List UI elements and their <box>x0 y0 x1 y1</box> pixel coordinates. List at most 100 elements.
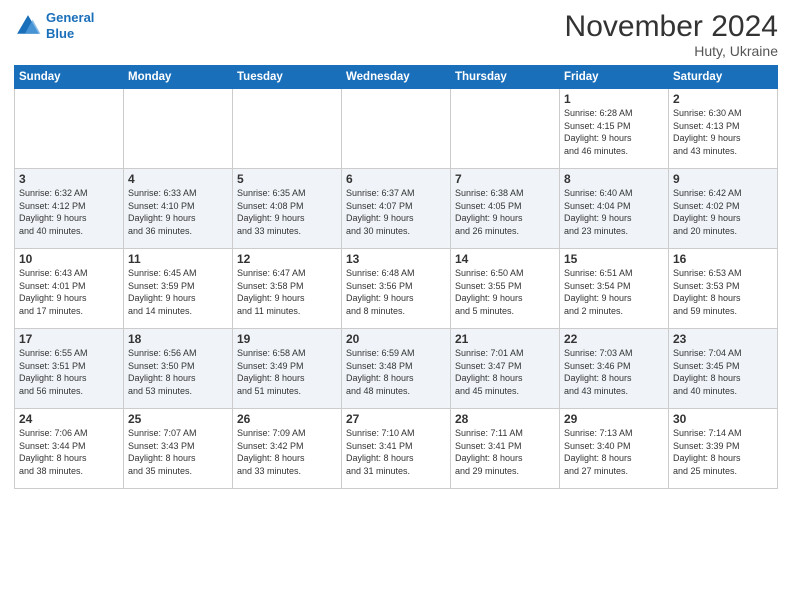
calendar-cell <box>233 89 342 169</box>
calendar-week-row: 3Sunrise: 6:32 AM Sunset: 4:12 PM Daylig… <box>15 169 778 249</box>
day-number: 19 <box>237 332 337 346</box>
day-detail: Sunrise: 6:58 AM Sunset: 3:49 PM Dayligh… <box>237 347 337 397</box>
day-header: Tuesday <box>233 66 342 89</box>
calendar-cell: 8Sunrise: 6:40 AM Sunset: 4:04 PM Daylig… <box>560 169 669 249</box>
day-number: 20 <box>346 332 446 346</box>
logo-text: General Blue <box>46 10 94 41</box>
day-number: 12 <box>237 252 337 266</box>
day-number: 21 <box>455 332 555 346</box>
day-detail: Sunrise: 7:04 AM Sunset: 3:45 PM Dayligh… <box>673 347 773 397</box>
day-detail: Sunrise: 6:56 AM Sunset: 3:50 PM Dayligh… <box>128 347 228 397</box>
day-number: 22 <box>564 332 664 346</box>
day-detail: Sunrise: 7:03 AM Sunset: 3:46 PM Dayligh… <box>564 347 664 397</box>
calendar-cell <box>15 89 124 169</box>
calendar-week-row: 24Sunrise: 7:06 AM Sunset: 3:44 PM Dayli… <box>15 409 778 489</box>
calendar-table: SundayMondayTuesdayWednesdayThursdayFrid… <box>14 65 778 489</box>
day-number: 14 <box>455 252 555 266</box>
title-block: November 2024 Huty, Ukraine <box>565 10 778 59</box>
calendar-cell: 15Sunrise: 6:51 AM Sunset: 3:54 PM Dayli… <box>560 249 669 329</box>
day-number: 9 <box>673 172 773 186</box>
month-title: November 2024 <box>565 10 778 43</box>
calendar-cell <box>451 89 560 169</box>
day-detail: Sunrise: 6:43 AM Sunset: 4:01 PM Dayligh… <box>19 267 119 317</box>
day-detail: Sunrise: 6:28 AM Sunset: 4:15 PM Dayligh… <box>564 107 664 157</box>
calendar-body: 1Sunrise: 6:28 AM Sunset: 4:15 PM Daylig… <box>15 89 778 489</box>
calendar-cell: 10Sunrise: 6:43 AM Sunset: 4:01 PM Dayli… <box>15 249 124 329</box>
calendar-cell: 7Sunrise: 6:38 AM Sunset: 4:05 PM Daylig… <box>451 169 560 249</box>
day-detail: Sunrise: 6:32 AM Sunset: 4:12 PM Dayligh… <box>19 187 119 237</box>
day-header: Monday <box>124 66 233 89</box>
day-detail: Sunrise: 7:14 AM Sunset: 3:39 PM Dayligh… <box>673 427 773 477</box>
calendar-cell: 17Sunrise: 6:55 AM Sunset: 3:51 PM Dayli… <box>15 329 124 409</box>
day-number: 11 <box>128 252 228 266</box>
day-header: Saturday <box>669 66 778 89</box>
calendar-cell: 2Sunrise: 6:30 AM Sunset: 4:13 PM Daylig… <box>669 89 778 169</box>
calendar-cell: 4Sunrise: 6:33 AM Sunset: 4:10 PM Daylig… <box>124 169 233 249</box>
day-detail: Sunrise: 6:38 AM Sunset: 4:05 PM Dayligh… <box>455 187 555 237</box>
calendar-cell: 1Sunrise: 6:28 AM Sunset: 4:15 PM Daylig… <box>560 89 669 169</box>
day-detail: Sunrise: 6:42 AM Sunset: 4:02 PM Dayligh… <box>673 187 773 237</box>
day-number: 24 <box>19 412 119 426</box>
day-detail: Sunrise: 6:48 AM Sunset: 3:56 PM Dayligh… <box>346 267 446 317</box>
calendar-cell: 11Sunrise: 6:45 AM Sunset: 3:59 PM Dayli… <box>124 249 233 329</box>
day-detail: Sunrise: 7:11 AM Sunset: 3:41 PM Dayligh… <box>455 427 555 477</box>
calendar-cell: 26Sunrise: 7:09 AM Sunset: 3:42 PM Dayli… <box>233 409 342 489</box>
page: General Blue November 2024 Huty, Ukraine… <box>0 0 792 499</box>
day-number: 7 <box>455 172 555 186</box>
calendar-week-row: 1Sunrise: 6:28 AM Sunset: 4:15 PM Daylig… <box>15 89 778 169</box>
day-detail: Sunrise: 6:55 AM Sunset: 3:51 PM Dayligh… <box>19 347 119 397</box>
logo-icon <box>14 12 42 40</box>
day-number: 29 <box>564 412 664 426</box>
calendar-cell: 5Sunrise: 6:35 AM Sunset: 4:08 PM Daylig… <box>233 169 342 249</box>
calendar-cell: 16Sunrise: 6:53 AM Sunset: 3:53 PM Dayli… <box>669 249 778 329</box>
day-header: Friday <box>560 66 669 89</box>
calendar-cell: 13Sunrise: 6:48 AM Sunset: 3:56 PM Dayli… <box>342 249 451 329</box>
calendar-cell <box>124 89 233 169</box>
calendar-cell: 28Sunrise: 7:11 AM Sunset: 3:41 PM Dayli… <box>451 409 560 489</box>
day-number: 4 <box>128 172 228 186</box>
calendar-week-row: 10Sunrise: 6:43 AM Sunset: 4:01 PM Dayli… <box>15 249 778 329</box>
day-detail: Sunrise: 6:35 AM Sunset: 4:08 PM Dayligh… <box>237 187 337 237</box>
calendar-cell: 27Sunrise: 7:10 AM Sunset: 3:41 PM Dayli… <box>342 409 451 489</box>
day-detail: Sunrise: 6:51 AM Sunset: 3:54 PM Dayligh… <box>564 267 664 317</box>
day-header: Sunday <box>15 66 124 89</box>
calendar-cell: 3Sunrise: 6:32 AM Sunset: 4:12 PM Daylig… <box>15 169 124 249</box>
logo: General Blue <box>14 10 94 41</box>
day-number: 13 <box>346 252 446 266</box>
header: General Blue November 2024 Huty, Ukraine <box>14 10 778 59</box>
day-number: 25 <box>128 412 228 426</box>
day-number: 27 <box>346 412 446 426</box>
calendar-cell: 21Sunrise: 7:01 AM Sunset: 3:47 PM Dayli… <box>451 329 560 409</box>
day-detail: Sunrise: 6:40 AM Sunset: 4:04 PM Dayligh… <box>564 187 664 237</box>
calendar-cell: 6Sunrise: 6:37 AM Sunset: 4:07 PM Daylig… <box>342 169 451 249</box>
day-number: 30 <box>673 412 773 426</box>
day-number: 8 <box>564 172 664 186</box>
calendar-cell: 14Sunrise: 6:50 AM Sunset: 3:55 PM Dayli… <box>451 249 560 329</box>
day-detail: Sunrise: 6:53 AM Sunset: 3:53 PM Dayligh… <box>673 267 773 317</box>
day-detail: Sunrise: 7:01 AM Sunset: 3:47 PM Dayligh… <box>455 347 555 397</box>
day-header: Thursday <box>451 66 560 89</box>
day-header: Wednesday <box>342 66 451 89</box>
header-row: SundayMondayTuesdayWednesdayThursdayFrid… <box>15 66 778 89</box>
day-detail: Sunrise: 6:37 AM Sunset: 4:07 PM Dayligh… <box>346 187 446 237</box>
day-detail: Sunrise: 6:59 AM Sunset: 3:48 PM Dayligh… <box>346 347 446 397</box>
day-number: 5 <box>237 172 337 186</box>
day-number: 6 <box>346 172 446 186</box>
calendar-cell: 23Sunrise: 7:04 AM Sunset: 3:45 PM Dayli… <box>669 329 778 409</box>
calendar-cell: 18Sunrise: 6:56 AM Sunset: 3:50 PM Dayli… <box>124 329 233 409</box>
day-number: 3 <box>19 172 119 186</box>
day-detail: Sunrise: 7:06 AM Sunset: 3:44 PM Dayligh… <box>19 427 119 477</box>
calendar-cell: 19Sunrise: 6:58 AM Sunset: 3:49 PM Dayli… <box>233 329 342 409</box>
day-detail: Sunrise: 7:09 AM Sunset: 3:42 PM Dayligh… <box>237 427 337 477</box>
calendar-cell: 24Sunrise: 7:06 AM Sunset: 3:44 PM Dayli… <box>15 409 124 489</box>
day-number: 28 <box>455 412 555 426</box>
day-number: 18 <box>128 332 228 346</box>
calendar-cell: 25Sunrise: 7:07 AM Sunset: 3:43 PM Dayli… <box>124 409 233 489</box>
day-number: 2 <box>673 92 773 106</box>
day-detail: Sunrise: 6:50 AM Sunset: 3:55 PM Dayligh… <box>455 267 555 317</box>
day-detail: Sunrise: 6:33 AM Sunset: 4:10 PM Dayligh… <box>128 187 228 237</box>
day-detail: Sunrise: 7:07 AM Sunset: 3:43 PM Dayligh… <box>128 427 228 477</box>
day-number: 26 <box>237 412 337 426</box>
calendar-week-row: 17Sunrise: 6:55 AM Sunset: 3:51 PM Dayli… <box>15 329 778 409</box>
calendar-cell: 12Sunrise: 6:47 AM Sunset: 3:58 PM Dayli… <box>233 249 342 329</box>
